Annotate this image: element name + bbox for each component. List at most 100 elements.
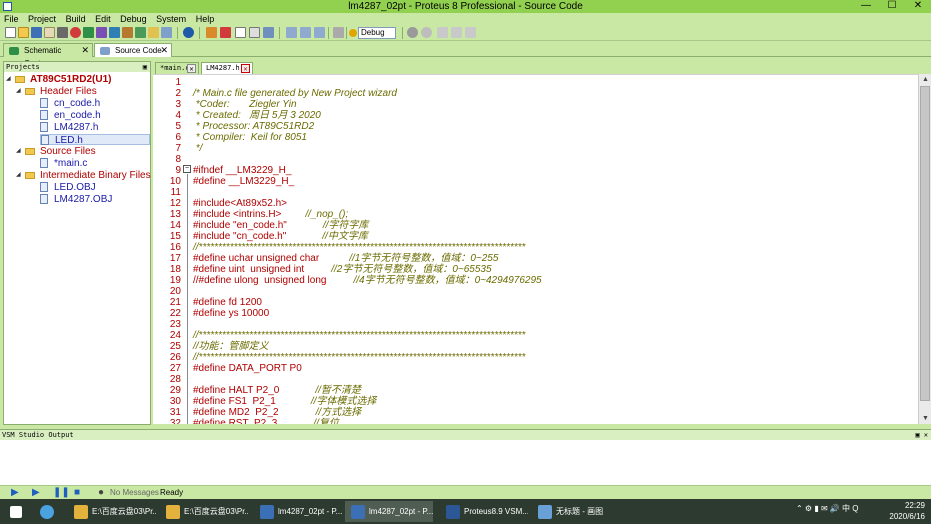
start-button[interactable] [4, 501, 30, 522]
code-line[interactable]: #define uint unsigned int //2字节无符号整数，值域：0… [193, 264, 492, 275]
maximize-button[interactable]: ☐ [879, 0, 905, 13]
code-line[interactable]: //#define ulong unsigned long //4字节无符号整数，… [193, 275, 542, 286]
copy-clip-icon[interactable] [451, 27, 462, 38]
code-line[interactable]: #ifndef __LM3229_H_ [193, 165, 291, 176]
collapse-icon[interactable]: ◢ [16, 146, 21, 157]
help-icon[interactable] [183, 27, 194, 38]
minimize-button[interactable]: — [853, 0, 879, 13]
code-line[interactable]: #define FS1 P2_1 //字体模式选择 [193, 396, 376, 407]
taskbar-item[interactable]: lm4287_02pt - P... [254, 501, 342, 522]
editor-tab-main-c[interactable]: *main.c ✕ [155, 62, 199, 74]
close-tab-icon[interactable]: ✕ [160, 44, 168, 57]
code-line[interactable]: #define __LM3229_H_ [193, 176, 294, 187]
refresh-icon[interactable] [206, 27, 217, 38]
open-folder-icon[interactable] [18, 27, 29, 38]
gerber-icon[interactable] [109, 27, 120, 38]
editor-tab-lm4287-h[interactable]: LM4287.h ✕ [201, 62, 253, 74]
step-icon[interactable]: ▶ [32, 488, 42, 498]
code-line[interactable]: #define ys 10000 [193, 308, 269, 319]
paste-icon[interactable] [465, 27, 476, 38]
notes-icon[interactable] [148, 27, 159, 38]
code-line[interactable]: * Compiler: Keil for 8051 [193, 132, 307, 143]
scroll-down-icon[interactable]: ▼ [919, 413, 931, 424]
code-line[interactable]: /* Main.c file generated by New Project … [193, 88, 397, 99]
menu-edit[interactable]: Edit [92, 13, 114, 25]
code-line[interactable]: //**************************************… [193, 352, 525, 363]
code-line[interactable]: #include "cn_code.h" //中文字库 [193, 231, 368, 242]
clean-icon[interactable] [314, 27, 325, 38]
system-clock[interactable]: 22:29 2020/6/16 [889, 500, 925, 522]
menu-debug[interactable]: Debug [117, 13, 150, 25]
schematic-icon[interactable] [83, 27, 94, 38]
code-line[interactable]: //**************************************… [193, 242, 525, 253]
collapse-icon[interactable]: ◢ [16, 170, 21, 181]
copy-icon[interactable] [249, 27, 260, 38]
code-line[interactable]: #define fd 1200 [193, 297, 262, 308]
taskbar-item[interactable]: lm4287_02pt - P... [345, 501, 433, 522]
undo-icon[interactable] [407, 27, 418, 38]
home-icon[interactable] [70, 27, 81, 38]
close-tab-icon[interactable]: ✕ [187, 64, 196, 73]
collapse-icon[interactable]: ◢ [16, 86, 21, 97]
new-item-icon[interactable] [235, 27, 246, 38]
new-file-icon[interactable] [5, 27, 16, 38]
run-icon[interactable]: ▶ [11, 488, 21, 498]
save-icon[interactable] [31, 27, 42, 38]
code-line[interactable]: #include <intrins.H> //_nop_(); [193, 209, 348, 220]
close-button[interactable]: ✕ [905, 0, 931, 13]
taskbar-item[interactable]: Proteus8.9 VSM... [440, 501, 528, 522]
code-line[interactable]: #define RST P2_3 //复位 [193, 418, 339, 424]
build-config-select[interactable]: Debug [358, 27, 396, 39]
code-line[interactable]: //功能：管脚定义 [193, 341, 269, 352]
export-icon[interactable] [263, 27, 274, 38]
taskbar-item[interactable]: E:\百度云盘03\Pr... [160, 501, 248, 522]
code-line[interactable]: * Created: 周日 5月 3 2020 [193, 110, 321, 121]
code-editor[interactable]: 1 2 3 4 5 6 7 8 9 10 11 12 13 14 15 16 17 18 19 20 21 22 23 24 2… [153, 74, 931, 424]
menu-help[interactable]: Help [193, 13, 218, 25]
scrollbar-thumb[interactable] [920, 86, 930, 401]
code-line[interactable]: #define HALT P2_0 //暂不清楚 [193, 385, 361, 396]
tab-source-code[interactable]: Source Code ✕ [94, 43, 172, 57]
close-project-icon[interactable] [57, 27, 68, 38]
menu-system[interactable]: System [153, 13, 189, 25]
import-icon[interactable] [44, 27, 55, 38]
tab-schematic-capture[interactable]: Schematic Capture ✕ [3, 43, 93, 68]
tray-icons[interactable]: ⌃ ⚙ ▮ ✉ 🔊 中 Q [796, 503, 859, 514]
rebuild-icon[interactable] [300, 27, 311, 38]
code-line[interactable]: #include<At89x52.h> [193, 198, 287, 209]
code-line[interactable]: //**************************************… [193, 330, 525, 341]
code-line[interactable]: #define uchar unsigned char //1字节无符号整数，值域… [193, 253, 498, 264]
source-code-icon[interactable] [161, 27, 172, 38]
menu-project[interactable]: Project [25, 13, 59, 25]
bom-icon[interactable] [135, 27, 146, 38]
menu-file[interactable]: File [1, 13, 22, 25]
taskbar-item[interactable]: 无标题 - 画图 [532, 501, 620, 522]
code-line[interactable]: *Coder: Ziegler Yin [193, 99, 297, 110]
3d-icon[interactable] [122, 27, 133, 38]
code-line[interactable]: */ [193, 143, 203, 154]
pause-icon[interactable]: ❚❚ [53, 488, 70, 498]
editor-vertical-scrollbar[interactable]: ▲ ▼ [918, 74, 931, 424]
redo-icon[interactable] [421, 27, 432, 38]
code-line[interactable]: #define DATA_PORT P0 [193, 363, 302, 374]
search-button[interactable] [34, 501, 62, 522]
tree-file[interactable]: LM4287.h [40, 122, 148, 133]
cut-icon[interactable] [437, 27, 448, 38]
stop-icon[interactable]: ■ [74, 488, 84, 498]
pcb-icon[interactable] [96, 27, 107, 38]
delete-icon[interactable] [220, 27, 231, 38]
close-tab-icon[interactable]: ✕ [241, 64, 250, 73]
code-line[interactable]: * Processor: AT89C51RD2 [193, 121, 314, 132]
code-line[interactable]: #define MD2 P2_2 //方式选择 [193, 407, 361, 418]
build-icon[interactable] [286, 27, 297, 38]
menu-build[interactable]: Build [63, 13, 89, 25]
fold-collapse-icon[interactable]: − [183, 165, 191, 173]
scroll-up-icon[interactable]: ▲ [919, 74, 931, 85]
binary-icon[interactable] [333, 27, 344, 38]
close-tab-icon[interactable]: ✕ [81, 44, 89, 57]
taskbar-item[interactable]: E:\百度云盘03\Pr... [68, 501, 156, 522]
collapse-icon[interactable]: ◢ [6, 74, 11, 85]
pin-icon[interactable]: ▣ [143, 62, 147, 72]
pin-close-icons[interactable]: ▣ ✕ [915, 430, 928, 440]
code-line[interactable]: #include "en_code.h" //字符字库 [193, 220, 368, 231]
